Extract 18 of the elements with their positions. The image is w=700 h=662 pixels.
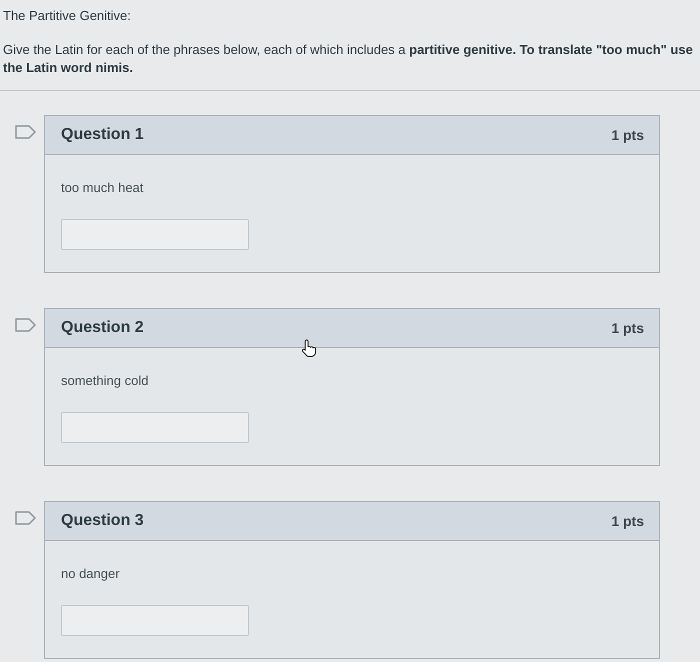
question-title: Question 3 bbox=[61, 512, 144, 530]
answer-field[interactable] bbox=[61, 412, 249, 443]
points-label: 1 pts bbox=[611, 320, 644, 336]
question-prompt: something cold bbox=[61, 373, 148, 389]
flag-icon[interactable] bbox=[15, 125, 36, 139]
question-title: Question 1 bbox=[61, 126, 144, 144]
flag-icon[interactable] bbox=[15, 511, 36, 525]
hand-cursor-icon bbox=[301, 339, 317, 358]
answer-field[interactable] bbox=[61, 605, 249, 636]
points-label: 1 pts bbox=[611, 513, 644, 529]
answer-field[interactable] bbox=[61, 219, 249, 250]
instructions-text: Give the Latin for each of the phrases below, each of which includes a partitive genitive. To translate "too much" use the Latin word nimis. bbox=[3, 41, 694, 77]
points-label: 1 pts bbox=[611, 127, 644, 143]
question-title: Question 2 bbox=[61, 319, 144, 337]
section-title: The Partitive Genitive: bbox=[3, 8, 132, 24]
flag-icon[interactable] bbox=[15, 318, 36, 332]
question-prompt: no danger bbox=[61, 566, 120, 582]
question-prompt: too much heat bbox=[61, 180, 144, 196]
